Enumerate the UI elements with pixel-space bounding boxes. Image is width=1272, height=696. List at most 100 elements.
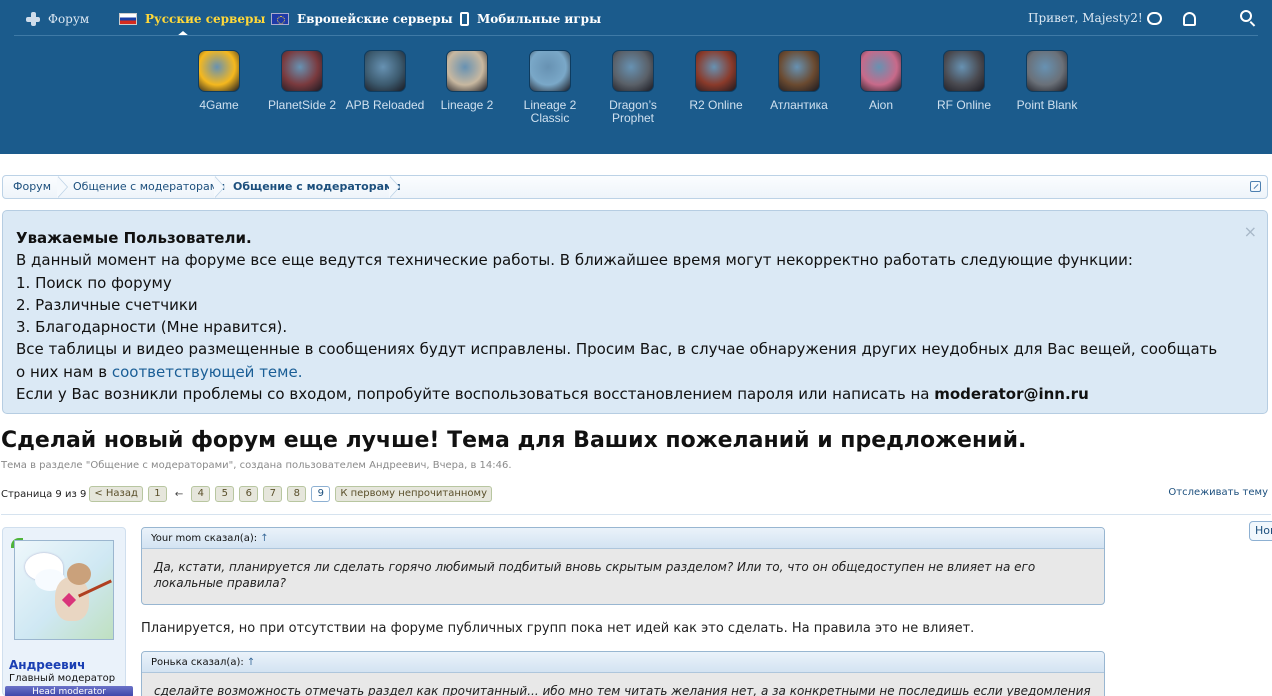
header-divider — [14, 35, 1258, 36]
nav-forum[interactable]: Форум — [26, 10, 89, 28]
notice-list-item: 3. Благодарности (Мне нравится). — [16, 318, 288, 337]
first-unread-button[interactable]: К первому непрочитанному — [335, 486, 492, 502]
point-blank-icon — [1026, 50, 1068, 92]
watch-thread-link[interactable]: Отслеживать тему — [1168, 487, 1268, 498]
game-label: R2 Online — [689, 98, 743, 112]
rf-online-icon — [943, 50, 985, 92]
quote-body: Да, кстати, планируется ли сделать горяч… — [142, 549, 1104, 601]
game-link[interactable]: RF Online — [922, 50, 1006, 112]
notice-text: о них нам в — [16, 362, 112, 381]
page-5-button[interactable]: 5 — [215, 486, 235, 502]
notice-line: Если у Вас возникли проблемы со входом, … — [16, 383, 1253, 405]
quote-block: Ронька сказал(а): ↑ сделайте возможность… — [141, 651, 1105, 696]
notice-line: В данный момент на форуме все еще ведутс… — [16, 251, 1133, 270]
game-link[interactable]: Lineage 2 Classic — [508, 50, 592, 125]
apb-icon — [364, 50, 406, 92]
dragons-prophet-icon — [612, 50, 654, 92]
page-skip-arrow[interactable]: ← — [175, 489, 183, 500]
page-1-button[interactable]: 1 — [147, 486, 167, 502]
nav-eu-servers[interactable]: Европейские серверы — [271, 10, 453, 28]
aion-icon — [860, 50, 902, 92]
lineage2-icon — [446, 50, 488, 92]
notice-heading: Уважаемые Пользователи. — [16, 229, 252, 247]
site-header: Форум Русские серверы Европейские сервер… — [0, 0, 1272, 154]
game-label: Dragon’s Prophet — [609, 98, 657, 125]
game-link[interactable]: Aion — [839, 50, 923, 112]
post-user-info: Андреевич Главный модератор Head moderat… — [2, 527, 133, 696]
eu-flag-icon — [271, 13, 289, 25]
breadcrumb-separator — [57, 176, 70, 198]
lineage2-classic-icon — [529, 50, 571, 92]
game-link[interactable]: Lineage 2 — [425, 50, 509, 112]
chat-icon[interactable] — [1147, 12, 1162, 25]
avatar[interactable] — [14, 540, 114, 640]
quote-author: Your mom сказал(а): — [151, 533, 258, 544]
quote-header: Your mom сказал(а): ↑ — [142, 528, 1104, 549]
post-author-title: Главный модератор — [9, 673, 116, 684]
game-label: APB Reloaded — [345, 98, 425, 112]
game-label: Aion — [868, 98, 894, 112]
breadcrumb-item-forum[interactable]: Форум — [13, 176, 51, 198]
nav-forum-label: Форум — [48, 12, 90, 26]
page-counter: Страница 9 из 9 — [1, 488, 87, 500]
r2-icon — [695, 50, 737, 92]
bell-icon[interactable] — [1183, 12, 1196, 26]
avatar-art — [67, 563, 91, 585]
game-link[interactable]: Атлантика — [757, 50, 841, 112]
page-4-button[interactable]: 4 — [191, 486, 211, 502]
new-posts-button[interactable]: Новые — [1249, 521, 1272, 541]
game-link[interactable]: PlanetSide 2 — [260, 50, 344, 112]
nav-eu-servers-label: Европейские серверы — [297, 12, 453, 26]
game-label: Point Blank — [1016, 98, 1078, 112]
post-author-rank-badge: Head moderator — [5, 686, 133, 696]
nav-ru-servers[interactable]: Русские серверы — [119, 10, 265, 28]
pagination: Страница 9 из 9 < Назад 1 ← 4 5 6 7 8 9 … — [1, 485, 497, 503]
game-label: 4Game — [199, 98, 239, 112]
game-label: Атлантика — [770, 98, 828, 112]
nav-ru-servers-label: Русские серверы — [145, 12, 266, 26]
game-link[interactable]: 4Game — [177, 50, 261, 112]
site-notice: × Уважаемые Пользователи. В данный момен… — [2, 210, 1268, 414]
quote-jump-arrow-icon[interactable]: ↑ — [247, 657, 255, 668]
game-link[interactable]: APB Reloaded — [343, 50, 427, 112]
game-link[interactable]: Dragon’s Prophet — [591, 50, 675, 125]
post-message-text: Планируется, но при отсутствии на форуме… — [141, 621, 975, 636]
quote-text: локальные правила? — [154, 576, 286, 590]
russia-flag-icon — [119, 13, 137, 25]
page-7-button[interactable]: 7 — [263, 486, 283, 502]
page-8-button[interactable]: 8 — [287, 486, 307, 502]
game-link[interactable]: Point Blank — [1005, 50, 1089, 112]
notice-line: о них нам в соответствующей теме. — [16, 361, 1253, 383]
4game-icon — [198, 50, 240, 92]
current-page-button[interactable]: 9 — [311, 486, 331, 502]
page-6-button[interactable]: 6 — [239, 486, 259, 502]
nav-mobile-games-label: Мобильные игры — [477, 12, 602, 26]
search-icon[interactable] — [1240, 10, 1252, 22]
breadcrumb-separator — [214, 176, 227, 198]
quote-text: сделайте возможность отмечать раздел как… — [154, 684, 1091, 696]
notice-email: moderator@inn.ru — [934, 385, 1089, 404]
breadcrumb-item-category[interactable]: Общение с модераторами — [73, 176, 225, 198]
quote-header: Ронька сказал(а): ↑ — [142, 652, 1104, 673]
game-label: Lineage 2 — [440, 98, 494, 112]
game-link[interactable]: R2 Online — [674, 50, 758, 112]
user-greeting[interactable]: Привет, Majesty2! — [1028, 11, 1143, 25]
notice-list-item: 2. Различные счетчики — [16, 295, 198, 314]
close-icon[interactable]: × — [1244, 221, 1257, 243]
prev-page-button[interactable]: < Назад — [89, 486, 143, 502]
notice-list-item: 1. Поиск по форуму — [16, 273, 172, 292]
breadcrumb-item-current[interactable]: Общение с модераторами — [233, 176, 401, 198]
thread-meta: Тема в разделе "Общение с модераторами",… — [1, 460, 512, 471]
breadcrumb: Форум Общение с модераторами Общение с м… — [2, 175, 1268, 199]
quote-text: Да, кстати, планируется ли сделать горяч… — [154, 560, 1036, 574]
jump-to-icon[interactable] — [1250, 181, 1261, 192]
quote-author: Ронька сказал(а): — [151, 657, 244, 668]
nav-mobile-games[interactable]: Мобильные игры — [460, 10, 601, 28]
atlantica-icon — [778, 50, 820, 92]
breadcrumb-separator — [389, 176, 402, 198]
quote-jump-arrow-icon[interactable]: ↑ — [260, 533, 268, 544]
notice-text: Если у Вас возникли проблемы со входом, … — [16, 385, 935, 404]
planetside-icon — [281, 50, 323, 92]
notice-topic-link[interactable]: соответствующей теме. — [112, 363, 303, 381]
post-author-name[interactable]: Андреевич — [9, 658, 85, 672]
